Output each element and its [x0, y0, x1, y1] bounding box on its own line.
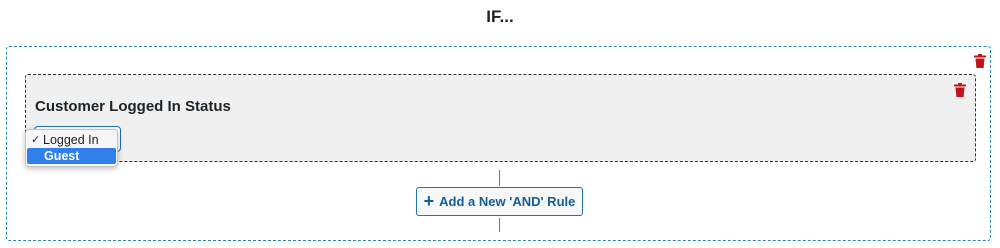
- option-label: Logged In: [43, 133, 99, 147]
- add-and-rule-label: Add a New 'AND' Rule: [439, 194, 576, 209]
- connector-line-bottom: [499, 218, 500, 232]
- option-logged-in[interactable]: ✓ Logged In: [26, 132, 117, 148]
- delete-group-trash-icon[interactable]: [974, 54, 986, 68]
- add-and-rule-button[interactable]: + Add a New 'AND' Rule: [416, 187, 583, 216]
- condition-heading: IF...: [486, 7, 514, 26]
- rule-box: [25, 74, 976, 162]
- checkmark-icon: ✓: [31, 134, 41, 146]
- option-label: Guest: [44, 149, 80, 163]
- plus-icon: +: [423, 190, 435, 211]
- delete-rule-trash-icon[interactable]: [954, 83, 966, 97]
- rule-title: Customer Logged In Status: [35, 98, 231, 115]
- logged-in-status-dropdown[interactable]: ✓ Logged In Guest: [25, 129, 118, 167]
- option-guest[interactable]: Guest: [27, 148, 116, 164]
- connector-line-top: [499, 170, 500, 186]
